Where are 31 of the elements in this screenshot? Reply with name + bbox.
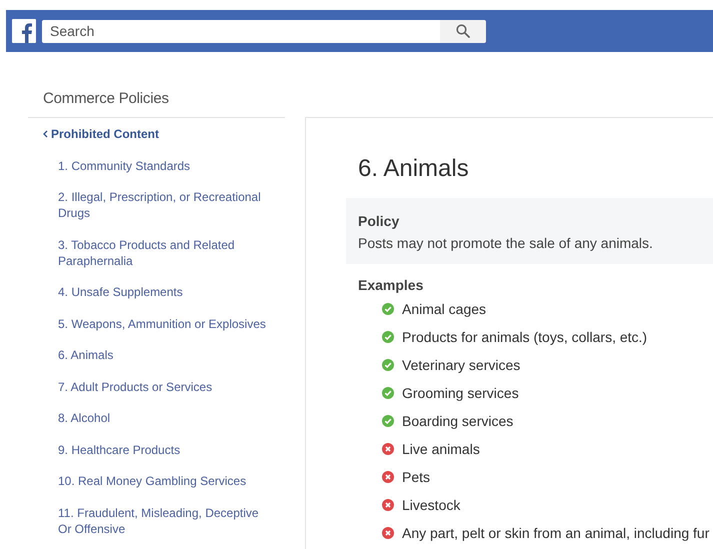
example-text: Pets — [402, 468, 430, 486]
sidebar-link[interactable]: 11. Fraudulent, Misleading, Deceptive Or Offensive — [28, 504, 285, 536]
sidebar-link[interactable]: 5. Weapons, Ammunition or Explosives — [28, 316, 285, 332]
example-text: Products for animals (toys, collars, etc.) — [402, 328, 648, 346]
example-text: Grooming services — [402, 384, 519, 402]
search-button[interactable] — [440, 20, 486, 42]
example-text: Any part, pelt or skin from an animal, including fur — [402, 524, 710, 542]
search-field[interactable]: Search — [42, 20, 440, 42]
policy-text: Posts may not promote the sale of any animals. — [358, 234, 654, 253]
sidebar-link[interactable]: 2. Illegal, Prescription, or Recreational Drugs — [28, 189, 285, 221]
logo-icon[interactable] — [12, 19, 36, 43]
sidebar-link[interactable]: 4. Unsafe Supplements — [28, 284, 285, 300]
back-link[interactable]: Prohibited Content — [28, 126, 159, 142]
sidebar-link[interactable]: 10. Real Money Gambling Services — [28, 473, 285, 489]
sidebar-link[interactable]: 3. Tobacco Products and Related Paraphernalia — [28, 236, 285, 268]
sidebar-link[interactable]: 7. Adult Products or Services — [28, 378, 285, 394]
article-title: 6. Animals — [358, 154, 470, 184]
sidebar-link[interactable]: 8. Alcohol — [28, 410, 285, 426]
example-text: Boarding services — [402, 412, 514, 430]
sidebar-link[interactable]: 9. Healthcare Products — [28, 442, 285, 458]
sidebar-title: Commerce Policies — [28, 84, 285, 118]
examples-heading: Examples — [358, 276, 424, 294]
example-text: Livestock — [402, 496, 460, 514]
policy-heading: Policy — [358, 212, 400, 231]
sidebar-link[interactable]: 6. Animals — [28, 347, 285, 363]
search-icon — [456, 24, 470, 38]
chevron-left-icon — [43, 130, 48, 138]
example-text: Live animals — [402, 440, 480, 458]
example-text: Animal cages — [402, 300, 486, 318]
sidebar-link[interactable]: 1. Community Standards — [28, 158, 285, 174]
example-text: Veterinary services — [402, 356, 520, 374]
